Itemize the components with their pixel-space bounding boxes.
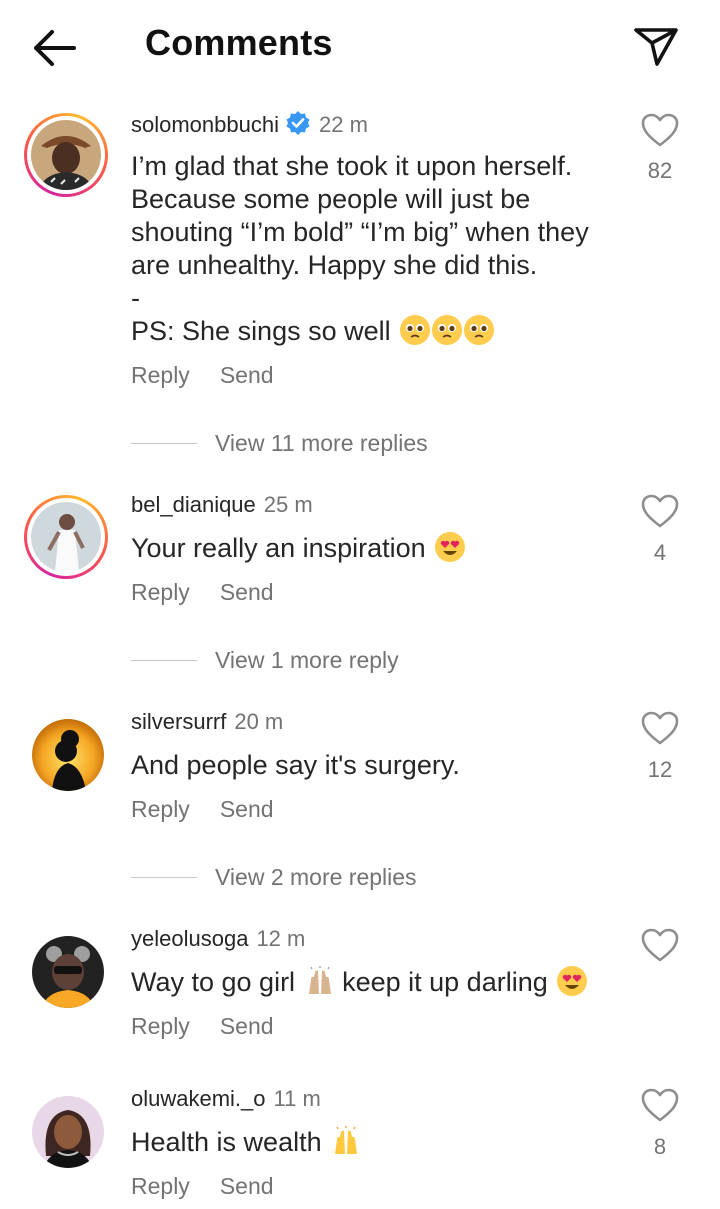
comment-text: And people say it's surgery. (131, 750, 460, 780)
heart-icon[interactable] (640, 710, 680, 746)
comment-text: Health is wealth (131, 1126, 631, 1159)
back-arrow-icon[interactable] (28, 24, 84, 72)
heart-icon[interactable] (640, 927, 680, 963)
username[interactable]: solomonbbuchi (131, 112, 279, 137)
heart-icon[interactable] (640, 112, 680, 148)
comment-actions: Reply Send (131, 579, 304, 606)
comment-meta: silversurrf 20 m (131, 709, 283, 735)
avatar[interactable] (24, 495, 108, 579)
verified-badge-icon (285, 110, 311, 142)
send-button[interactable]: Send (220, 579, 274, 605)
heart-eyes-face-icon (435, 532, 466, 562)
avatar[interactable] (32, 719, 104, 791)
comment-meta: solomonbbuchi 22 m (131, 110, 368, 142)
like-count: 12 (647, 757, 673, 782)
comment-text: Your really an inspiration (131, 532, 631, 565)
pleading-face-icon (464, 315, 495, 345)
comment-line: PS: She sings so well (131, 315, 631, 348)
view-replies-button[interactable]: View 2 more replies (131, 864, 417, 891)
send-button[interactable]: Send (220, 796, 274, 822)
comment-line: Because some people will just be (131, 184, 531, 214)
comment-meta: oluwakemi._o 11 m (131, 1086, 321, 1112)
username[interactable]: silversurrf (131, 709, 226, 734)
comment-meta: bel_dianique 25 m (131, 492, 313, 518)
send-button[interactable]: Send (220, 362, 274, 388)
avatar[interactable] (24, 113, 108, 197)
raised-hands-icon (305, 966, 335, 996)
reply-button[interactable]: Reply (131, 579, 190, 605)
heart-eyes-face-icon (557, 966, 588, 996)
comment-meta: yeleolusoga 12 m (131, 926, 305, 952)
comment-actions: Reply Send (131, 1013, 304, 1040)
comment-time: 20 m (234, 709, 284, 734)
like-count: 8 (653, 1134, 667, 1159)
direct-message-icon[interactable] (630, 22, 682, 70)
like-count: 4 (653, 540, 667, 565)
comment-line-text: Your really an inspiration (131, 533, 426, 563)
avatar[interactable] (32, 936, 104, 1008)
comment-text: I’m glad that she took it upon herself. … (131, 150, 631, 348)
reply-button[interactable]: Reply (131, 1173, 190, 1199)
view-replies-label: View 2 more replies (215, 864, 417, 890)
comment-line-text: Health is wealth (131, 1127, 322, 1157)
header: Comments (0, 0, 720, 92)
comment-line: - (131, 283, 140, 313)
pleading-face-icon (400, 315, 431, 345)
reply-button[interactable]: Reply (131, 1013, 190, 1039)
send-button[interactable]: Send (220, 1173, 274, 1199)
comment-time: 12 m (256, 926, 306, 951)
comment-time: 22 m (318, 112, 368, 137)
comment-line-text: PS: She sings so well (131, 316, 391, 346)
comment-actions: Reply Send (131, 362, 304, 389)
comment-time: 11 m (273, 1086, 321, 1111)
view-replies-label: View 11 more replies (215, 430, 428, 456)
username[interactable]: oluwakemi._o (131, 1086, 266, 1111)
reply-button[interactable]: Reply (131, 362, 190, 388)
comment-line: I’m glad that she took it upon herself. (131, 151, 573, 181)
heart-icon[interactable] (640, 1087, 680, 1123)
username[interactable]: yeleolusoga (131, 926, 248, 951)
view-replies-label: View 1 more reply (215, 647, 399, 673)
comment-actions: Reply Send (131, 796, 304, 823)
comment-line: shouting “I’m bold” “I’m big” when they (131, 217, 589, 247)
like-count: 82 (647, 158, 673, 183)
comment-line-text: keep it up darling (342, 967, 548, 997)
pleading-face-icon (432, 315, 463, 345)
comment-line-text: Way to go girl (131, 967, 296, 997)
avatar[interactable] (32, 1096, 104, 1168)
comment-text: Way to go girl keep it up darling (131, 966, 631, 999)
send-button[interactable]: Send (220, 1013, 274, 1039)
comment-line: are unhealthy. Happy she did this. (131, 250, 538, 280)
divider (131, 443, 197, 444)
view-replies-button[interactable]: View 1 more reply (131, 647, 399, 674)
divider (131, 660, 197, 661)
raised-hands-icon (331, 1126, 361, 1156)
heart-icon[interactable] (640, 493, 680, 529)
comment-actions: Reply Send (131, 1173, 304, 1200)
reply-button[interactable]: Reply (131, 796, 190, 822)
view-replies-button[interactable]: View 11 more replies (131, 430, 428, 457)
divider (131, 877, 197, 878)
comment-time: 25 m (263, 492, 313, 517)
page-title: Comments (145, 22, 333, 63)
username[interactable]: bel_dianique (131, 492, 256, 517)
